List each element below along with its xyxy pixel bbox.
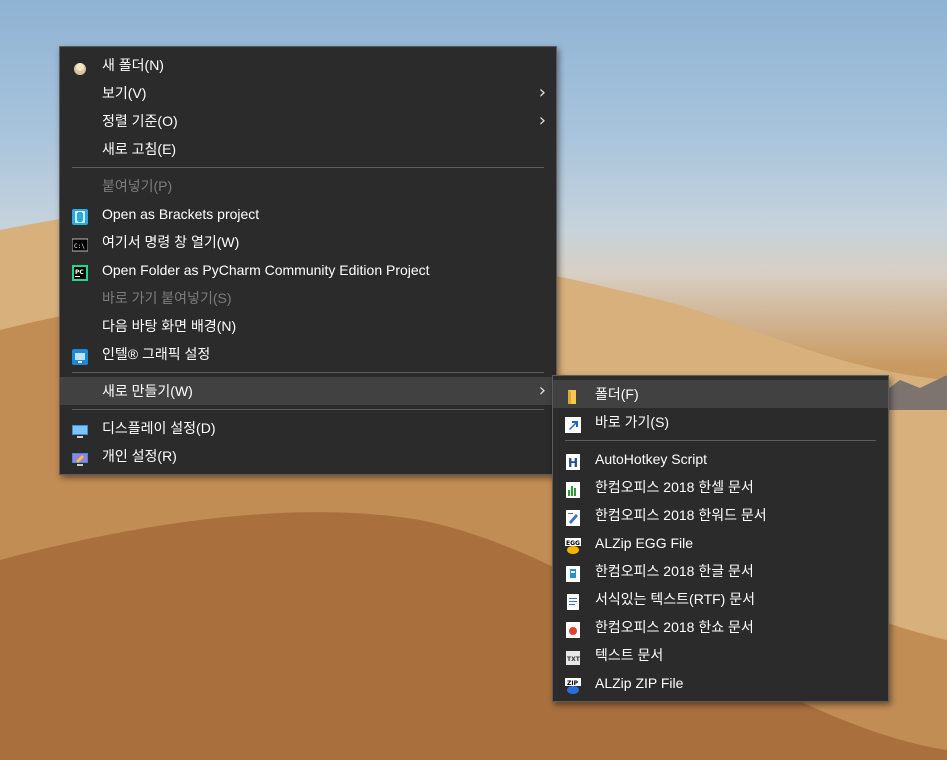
svg-text:TXT: TXT (567, 656, 581, 663)
chevron-right-icon: › (538, 82, 546, 103)
menu-item-label: 정렬 기준(O) (102, 113, 178, 129)
command-prompt-icon: C:\ (71, 234, 89, 252)
menu-item-label: AutoHotkey Script (595, 451, 708, 467)
hanshow-icon (565, 619, 581, 638)
submenu-item-folder[interactable]: 폴더(F) (553, 380, 888, 408)
rtf-icon (565, 591, 581, 610)
folder-icon (565, 386, 581, 404)
menu-item-refresh[interactable]: 새로 고침(E) (60, 135, 556, 163)
svg-text:PC: PC (75, 269, 84, 276)
menu-separator (72, 167, 544, 168)
hangul-icon (565, 563, 581, 582)
menu-item-label: 보기(V) (102, 85, 147, 101)
new-submenu: 폴더(F) 바로 가기(S) H AutoHotkey Script 한컴오피스… (552, 375, 889, 702)
menu-item-label: Open Folder as PyCharm Community Edition… (102, 262, 430, 278)
shortcut-icon (565, 414, 581, 433)
submenu-item-text-document[interactable]: TXT 텍스트 문서 (553, 641, 888, 669)
personalize-icon (72, 448, 88, 466)
menu-item-label: 새로 만들기(W) (102, 383, 193, 399)
menu-item-label: 개인 설정(R) (102, 448, 177, 464)
menu-item-open-pycharm[interactable]: PC Open Folder as PyCharm Community Edit… (60, 256, 556, 284)
menu-item-intel-graphics[interactable]: 인텔® 그래픽 설정 (60, 340, 556, 368)
alzip-egg-icon: EGG (565, 535, 581, 554)
menu-item-label: 인텔® 그래픽 설정 (102, 346, 211, 362)
menu-item-label: 바로 가기(S) (595, 414, 670, 430)
svg-text:C:\: C:\ (74, 243, 85, 250)
alzip-zip-icon: ZIP (565, 675, 581, 694)
menu-item-label: 새로 고침(E) (102, 141, 177, 157)
menu-item-label: 한컴오피스 2018 한쇼 문서 (595, 619, 754, 635)
menu-item-label: 새 폴더(N) (102, 57, 164, 73)
display-icon (72, 420, 88, 438)
menu-item-new-folder[interactable]: 새 폴더(N) (60, 51, 556, 79)
desktop-context-menu: 새 폴더(N) 보기(V) › 정렬 기준(O) › 새로 고침(E) 붙여넣기… (59, 46, 557, 475)
menu-item-view[interactable]: 보기(V) › (60, 79, 556, 107)
submenu-item-alzip-egg[interactable]: EGG ALZip EGG File (553, 529, 888, 557)
submenu-item-alzip-zip[interactable]: ZIP ALZip ZIP File (553, 669, 888, 697)
menu-item-label: 텍스트 문서 (595, 647, 664, 663)
menu-item-personalize[interactable]: 개인 설정(R) (60, 442, 556, 470)
intel-graphics-icon (72, 346, 88, 365)
new-folder-icon (72, 57, 88, 75)
submenu-item-autohotkey[interactable]: H AutoHotkey Script (553, 445, 888, 473)
menu-item-next-background[interactable]: 다음 바탕 화면 배경(N) (60, 312, 556, 340)
menu-item-label: 한컴오피스 2018 한셀 문서 (595, 479, 754, 495)
menu-item-label: 폴더(F) (595, 386, 639, 402)
hanword-icon (565, 507, 581, 526)
autohotkey-icon: H (565, 451, 581, 470)
menu-separator (72, 409, 544, 410)
chevron-right-icon: › (538, 110, 546, 131)
submenu-item-shortcut[interactable]: 바로 가기(S) (553, 408, 888, 436)
brackets-icon (72, 206, 88, 225)
menu-item-open-as-brackets[interactable]: Open as Brackets project (60, 200, 556, 228)
submenu-item-hanword[interactable]: 한컴오피스 2018 한워드 문서 (553, 501, 888, 529)
submenu-item-hancell[interactable]: 한컴오피스 2018 한셀 문서 (553, 473, 888, 501)
menu-item-label: ALZip ZIP File (595, 675, 684, 691)
menu-item-label: 바로 가기 붙여넣기(S) (102, 290, 232, 306)
menu-separator (72, 372, 544, 373)
menu-item-paste[interactable]: 붙여넣기(P) (60, 172, 556, 200)
menu-separator (565, 440, 876, 441)
svg-text:EGG: EGG (566, 540, 580, 547)
text-document-icon: TXT (565, 647, 581, 665)
menu-item-open-command-window[interactable]: C:\ 여기서 명령 창 열기(W) (60, 228, 556, 256)
svg-text:ZIP: ZIP (567, 680, 579, 687)
menu-item-label: 다음 바탕 화면 배경(N) (102, 318, 237, 334)
submenu-item-hangul[interactable]: 한컴오피스 2018 한글 문서 (553, 557, 888, 585)
menu-item-label: 디스플레이 설정(D) (102, 420, 216, 436)
menu-item-sort-by[interactable]: 정렬 기준(O) › (60, 107, 556, 135)
submenu-item-hanshow[interactable]: 한컴오피스 2018 한쇼 문서 (553, 613, 888, 641)
menu-item-label: 여기서 명령 창 열기(W) (102, 234, 240, 250)
menu-item-label: Open as Brackets project (102, 206, 260, 222)
menu-item-new[interactable]: 새로 만들기(W) › (60, 377, 556, 405)
chevron-right-icon: › (538, 380, 546, 401)
menu-item-label: ALZip EGG File (595, 535, 694, 551)
hancell-icon (565, 479, 581, 498)
submenu-item-rtf[interactable]: 서식있는 텍스트(RTF) 문서 (553, 585, 888, 613)
svg-text:H: H (568, 456, 578, 470)
menu-item-label: 서식있는 텍스트(RTF) 문서 (595, 591, 755, 607)
menu-item-label: 한컴오피스 2018 한워드 문서 (595, 507, 767, 523)
pycharm-icon: PC (72, 262, 88, 281)
menu-item-display-settings[interactable]: 디스플레이 설정(D) (60, 414, 556, 442)
menu-item-label: 한컴오피스 2018 한글 문서 (595, 563, 754, 579)
menu-item-paste-shortcut[interactable]: 바로 가기 붙여넣기(S) (60, 284, 556, 312)
menu-item-label: 붙여넣기(P) (102, 178, 173, 194)
